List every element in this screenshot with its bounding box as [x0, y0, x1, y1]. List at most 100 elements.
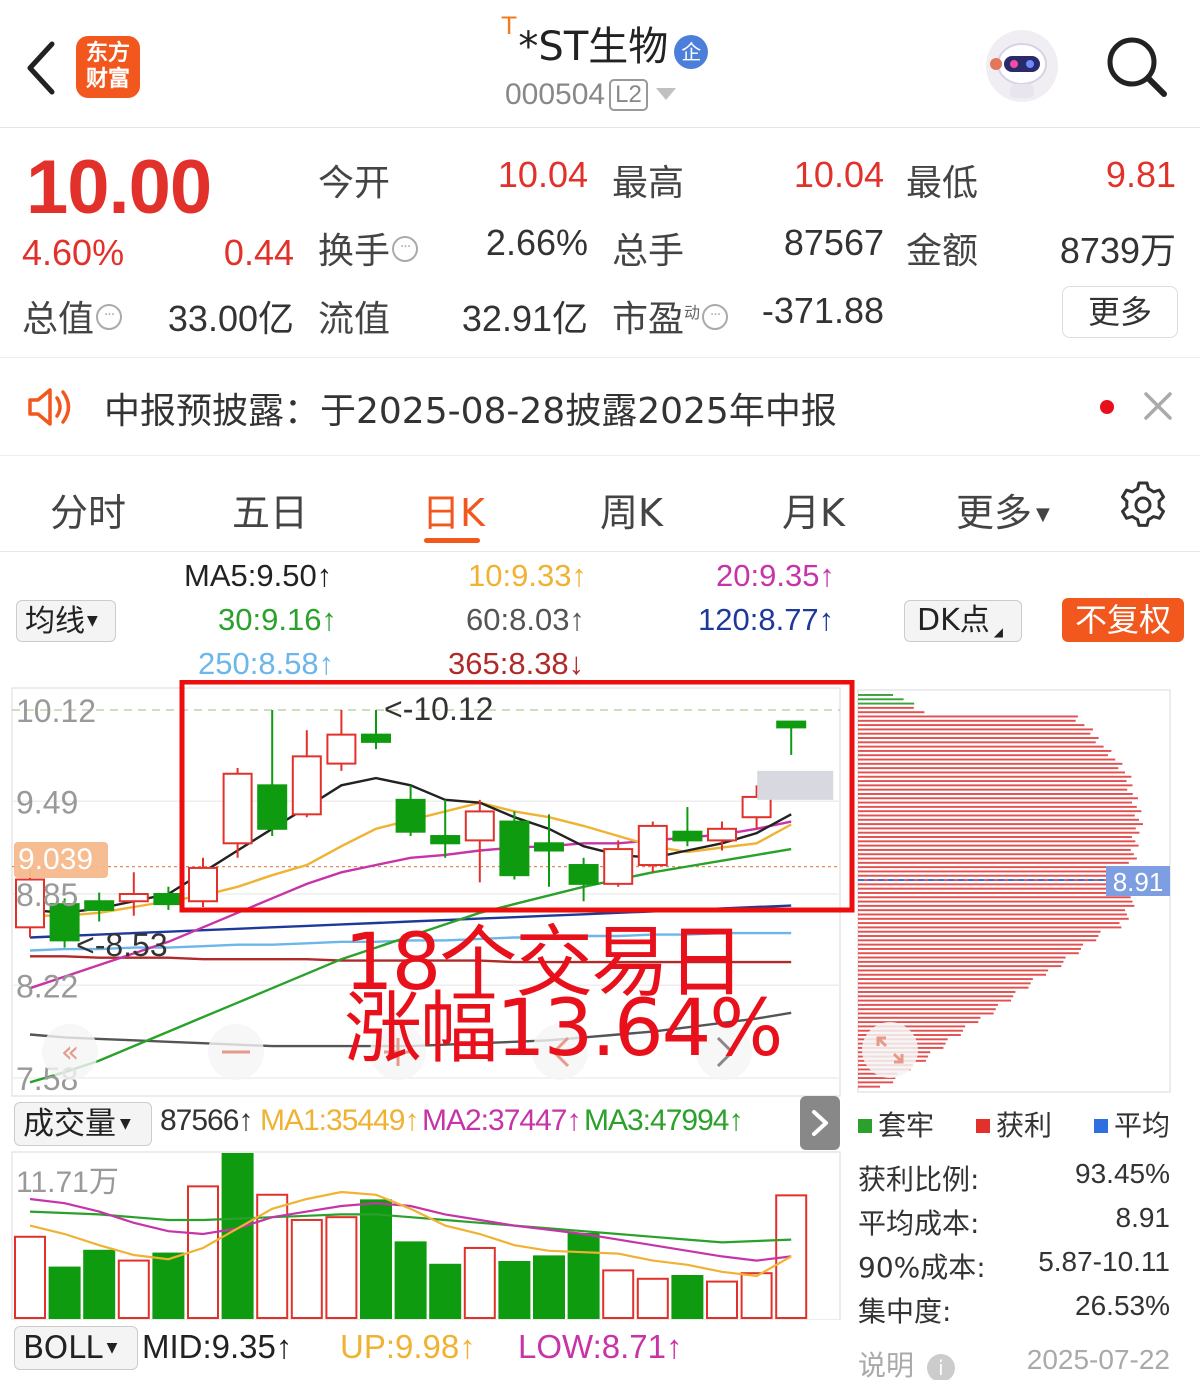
stock-code-row[interactable]: 000504 L2 — [505, 78, 676, 112]
tab-monthly-k[interactable]: 月K — [782, 482, 845, 537]
volume-bar — [740, 1272, 773, 1319]
volume-bar — [429, 1263, 462, 1320]
explain-link[interactable]: 说明 i — [858, 1344, 955, 1380]
volume-ma3: MA3:47994↑ — [584, 1104, 743, 1137]
ma-selector[interactable]: 均线 ▼ — [16, 600, 116, 642]
expand-right-button[interactable] — [800, 1096, 840, 1150]
indicator-selector-label: 成交量 — [23, 1106, 116, 1142]
candle-body — [776, 720, 807, 729]
legend-profit-label: 获利 — [996, 1109, 1053, 1142]
legend-swatch-green — [858, 1119, 872, 1133]
avg-cost-label: 平均成本: — [858, 1207, 980, 1240]
chip-bar — [858, 956, 1066, 959]
unread-dot — [1100, 400, 1114, 414]
volume-bar — [533, 1255, 565, 1319]
no-adjust-button[interactable]: 不复权 — [1062, 598, 1184, 642]
info-icon[interactable]: ··· — [702, 304, 729, 330]
volume-bar — [256, 1193, 289, 1319]
chip-bar — [858, 810, 1142, 813]
open-label: 今开 — [318, 163, 391, 204]
tab-more-label: 更多 — [956, 491, 1033, 535]
info-icon[interactable]: ··· — [96, 304, 123, 330]
chip-bar — [858, 728, 1093, 731]
candle-body — [291, 755, 322, 816]
chip-bar — [858, 999, 1012, 1002]
expand-button[interactable] — [862, 1022, 918, 1078]
more-quote-button[interactable]: 更多 — [1062, 286, 1178, 338]
mktcap-label-wrap[interactable]: 总值 ··· — [22, 290, 123, 342]
ma120-value: 120:8.77↑ — [698, 602, 835, 637]
ma365-value: 365:8.38↓ — [448, 646, 585, 681]
candle-body — [84, 900, 115, 911]
annotation-line-2: 涨幅13.64% — [344, 984, 783, 1074]
chip-bar — [858, 788, 1128, 791]
chip-bar — [858, 853, 1134, 856]
pe-label-wrap[interactable]: 市盈动 ··· — [612, 290, 729, 342]
profit-ratio-value: 93.45% — [1075, 1158, 1170, 1189]
volume-header: 成交量 ▼ 87566↑ MA1:35449↑ MA2:37447↑ MA3:47… — [0, 1102, 850, 1148]
tab-daily-k[interactable]: 日K — [422, 482, 485, 537]
chip-bar — [858, 960, 1064, 963]
turnover-label: 换手 — [318, 231, 391, 272]
stock-code: 000504 — [505, 78, 606, 111]
chip-bar — [858, 823, 1143, 826]
chip-bar — [858, 741, 1096, 744]
chip-bar — [858, 1021, 979, 1024]
tab-intraday[interactable]: 分时 — [50, 482, 126, 537]
chip-distribution-chart[interactable]: 8.91 — [856, 688, 1172, 1094]
speaker-icon — [28, 388, 71, 426]
volume-bar — [498, 1260, 531, 1320]
tab-weekly-k[interactable]: 周K — [600, 482, 663, 537]
gear-icon[interactable] — [1118, 480, 1168, 530]
volume-bar — [221, 1153, 254, 1319]
chip-bar — [858, 767, 1119, 770]
volume-bar — [117, 1259, 150, 1320]
indicator-selector[interactable]: 成交量 ▼ — [14, 1102, 152, 1146]
back-arrow-icon[interactable] — [20, 38, 64, 98]
volume-max-label: 11.71万 — [16, 1166, 119, 1199]
volume-chart[interactable]: 11.71万 — [0, 1148, 850, 1320]
info-icon[interactable]: ··· — [392, 236, 419, 262]
chip-bar — [858, 913, 1127, 916]
enterprise-badge-icon: 企 — [674, 34, 709, 69]
chip-bar — [858, 775, 1132, 778]
turnover-label-wrap[interactable]: 换手 ··· — [318, 222, 419, 274]
caret-down-icon: ▼ — [87, 613, 98, 629]
chip-bar — [858, 745, 1104, 748]
y-tick-label: 8.85 — [16, 877, 78, 913]
ma-selector-label: 均线 — [25, 604, 85, 639]
concentration-label: 集中度: — [858, 1295, 952, 1328]
volume-value: 87567 — [783, 222, 884, 263]
tab-five-day[interactable]: 五日 — [232, 482, 308, 537]
chip-bar — [858, 801, 1132, 804]
chip-bar — [858, 917, 1129, 920]
chip-bar — [858, 762, 1123, 765]
chip-bar — [858, 947, 1081, 950]
candle-body — [188, 866, 218, 903]
search-icon[interactable] — [1104, 34, 1168, 98]
robot-assistant-icon[interactable] — [984, 28, 1060, 104]
active-tab-indicator — [424, 538, 480, 543]
app-logo[interactable]: 东方 财富 — [76, 36, 140, 98]
tab-more[interactable]: 更多 ▼ — [956, 482, 1050, 537]
volume-bar — [706, 1280, 738, 1320]
notice-bar[interactable]: 中报预披露：于2025-08-28披露2025年中报 — [0, 358, 1200, 456]
volume-ma1: MA1:35449↑ — [260, 1104, 419, 1137]
chip-bar — [858, 818, 1139, 821]
candle-body — [326, 733, 357, 765]
boll-row: BOLL ▼ MID:9.35↑ UP:9.98↑ LOW:8.71↑ — [0, 1326, 850, 1376]
boll-selector[interactable]: BOLL ▼ — [14, 1326, 138, 1370]
dk-point-button[interactable]: DK点 ◢ — [904, 600, 1022, 642]
stock-title[interactable]: T*ST生物企 — [440, 12, 770, 73]
legend-average: 平均 — [1094, 1104, 1170, 1144]
candle-body — [603, 848, 634, 885]
pe-value: -371.88 — [761, 290, 884, 331]
candle-body — [707, 827, 737, 842]
close-icon[interactable] — [1142, 390, 1174, 422]
chip-bar — [858, 836, 1132, 838]
candle-body — [153, 893, 184, 906]
chip-bar — [858, 969, 1049, 972]
volume-bar — [567, 1232, 600, 1319]
chip-bar — [858, 1085, 880, 1088]
legend-profit: 获利 — [976, 1104, 1052, 1144]
